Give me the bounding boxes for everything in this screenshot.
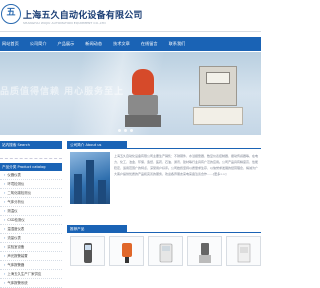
product-image — [83, 243, 92, 263]
category-item[interactable]: CSD检测仪 — [0, 216, 62, 225]
product-image — [237, 243, 250, 263]
product-image — [159, 243, 172, 263]
product-card[interactable] — [109, 236, 144, 266]
product-card[interactable] — [187, 236, 222, 266]
category-item[interactable]: 流量仪表 — [0, 234, 62, 243]
about-text: 上海五久自动化设备有限公司主要生产销售：不锈钢件、水浸报警器、数显仪表控制器、振… — [114, 154, 259, 176]
analyzer-base — [193, 107, 243, 125]
about-section: 公司简介 About us 上海五久自动化设备有限公司主要生产销售：不锈钢件、水… — [67, 141, 261, 204]
main-nav: 网站首页 公司简介 产品展示 新闻动态 技术文章 在线留言 联系我们 — [0, 37, 261, 51]
nav-products[interactable]: 产品展示 — [52, 37, 80, 51]
category-item[interactable]: 仪器仪表 — [0, 171, 62, 180]
company-name: 上海五久自动化设备有限公司 — [23, 11, 143, 21]
product-image — [121, 243, 132, 263]
product-image — [198, 243, 211, 263]
category-item[interactable]: 实验室设备 — [0, 243, 62, 252]
about-title-underline — [67, 148, 261, 149]
product-card[interactable] — [70, 236, 105, 266]
category-item[interactable]: 温湿度仪表 — [0, 225, 62, 234]
analyzer-screen — [206, 72, 230, 84]
building-shape — [86, 160, 94, 204]
category-item[interactable]: 气体分析仪 — [0, 198, 62, 207]
company-english-name: SHANGHAI WUJIU AUTOMATION EQUIPMENT CO.,… — [23, 21, 106, 25]
slide-dot[interactable] — [124, 129, 127, 132]
search-box[interactable] — [0, 149, 62, 159]
hero-banner[interactable]: 品质值得信赖 用心服务至上 — [0, 52, 261, 135]
slide-dot[interactable] — [118, 129, 121, 132]
nav-contact[interactable]: 联系我们 — [163, 37, 191, 51]
nav-home[interactable]: 网站首页 — [0, 37, 24, 51]
products-title-underline — [67, 232, 261, 233]
category-item[interactable]: 声光报警装置 — [0, 252, 62, 261]
gas-detector-image — [132, 69, 154, 95]
category-item[interactable]: 二氧化碳检测仪 — [0, 189, 62, 198]
nav-about[interactable]: 公司简介 — [24, 37, 52, 51]
catalog-section-title: 产品分类 Product catalog — [0, 163, 62, 171]
category-item[interactable]: 测温仪 — [0, 207, 62, 216]
building-shape — [74, 174, 82, 204]
gas-detector-stand — [125, 115, 161, 127]
product-card[interactable] — [226, 236, 261, 266]
gas-detector-body — [128, 95, 158, 115]
category-item[interactable]: 气体报警系统 — [0, 279, 62, 288]
nav-articles[interactable]: 技术文章 — [108, 37, 136, 51]
company-building-image — [70, 152, 110, 204]
slide-dot[interactable] — [130, 129, 133, 132]
search-section-title: 站内搜索 Search — [0, 141, 62, 149]
product-card[interactable] — [148, 236, 183, 266]
category-item[interactable]: 上海五久生产厂家供应 — [0, 270, 62, 279]
banner-slogan: 品质值得信赖 用心服务至上 — [0, 87, 125, 97]
category-item[interactable]: 环境检测仪 — [0, 180, 62, 189]
products-section: 推荐产品 — [67, 225, 261, 233]
building-shape — [98, 180, 106, 204]
nav-message[interactable]: 在线留言 — [135, 37, 163, 51]
product-list — [70, 236, 261, 266]
site-header: 五 上海五久自动化设备有限公司 SHANGHAI WUJIU AUTOMATIO… — [0, 0, 261, 32]
company-logo[interactable]: 五 — [1, 4, 21, 24]
nav-news[interactable]: 新闻动态 — [80, 37, 108, 51]
